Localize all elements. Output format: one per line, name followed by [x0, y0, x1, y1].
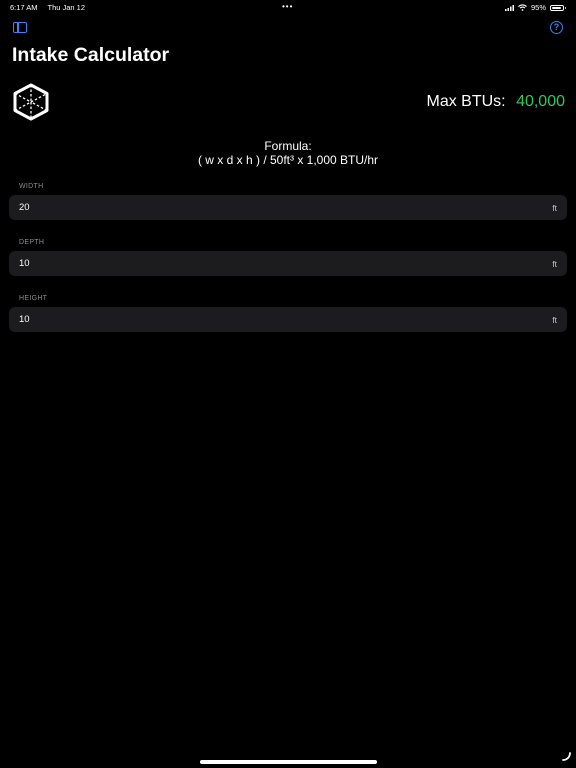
height-field[interactable]: 10 ft: [9, 307, 567, 332]
formula: Formula: ( w x d x h ) / 50ft³ x 1,000 B…: [0, 139, 576, 167]
cube-icon: [13, 83, 49, 121]
status-time: 6:17 AM: [10, 3, 38, 12]
width-label: WIDTH: [19, 183, 44, 190]
max-btu-label: Max BTUs:: [426, 93, 506, 110]
width-field[interactable]: 20 ft: [9, 195, 567, 220]
signal-icon: [504, 4, 514, 11]
status-date: Thu Jan 12: [47, 3, 86, 12]
max-btu-readout: Max BTUs: 40,000: [426, 93, 565, 111]
battery-percent: 95%: [530, 3, 546, 12]
depth-field[interactable]: 10 ft: [9, 251, 567, 276]
wifi-icon: [518, 4, 527, 11]
help-icon[interactable]: ?: [550, 21, 563, 34]
max-btu-value: 40,000: [516, 93, 565, 110]
width-field-group: WIDTH 20 ft: [9, 183, 567, 220]
height-label: HEIGHT: [19, 295, 48, 302]
width-value[interactable]: 20: [19, 202, 30, 213]
formula-label: Formula:: [264, 139, 312, 153]
battery-level: [552, 6, 561, 9]
sidebar-toggle-icon[interactable]: [13, 22, 27, 33]
height-unit: ft: [552, 314, 557, 325]
depth-label: DEPTH: [19, 239, 45, 246]
multitasking-dots[interactable]: •••: [282, 2, 293, 11]
depth-field-group: DEPTH 10 ft: [9, 239, 567, 276]
status-right: 95%: [504, 3, 566, 12]
depth-value[interactable]: 10: [19, 258, 30, 269]
height-field-group: HEIGHT 10 ft: [9, 295, 567, 332]
resize-handle-icon[interactable]: [562, 752, 571, 761]
depth-unit: ft: [552, 258, 557, 269]
battery-icon: [550, 4, 566, 11]
home-indicator[interactable]: [200, 760, 377, 764]
status-bar: 6:17 AM Thu Jan 12 ••• 95%: [0, 0, 576, 14]
status-left: 6:17 AM Thu Jan 12: [10, 3, 93, 12]
formula-expression: ( w x d x h ) / 50ft³ x 1,000 BTU/hr: [197, 153, 379, 167]
height-value[interactable]: 10: [19, 314, 30, 325]
width-unit: ft: [552, 202, 557, 213]
page-title: Intake Calculator: [12, 44, 170, 66]
